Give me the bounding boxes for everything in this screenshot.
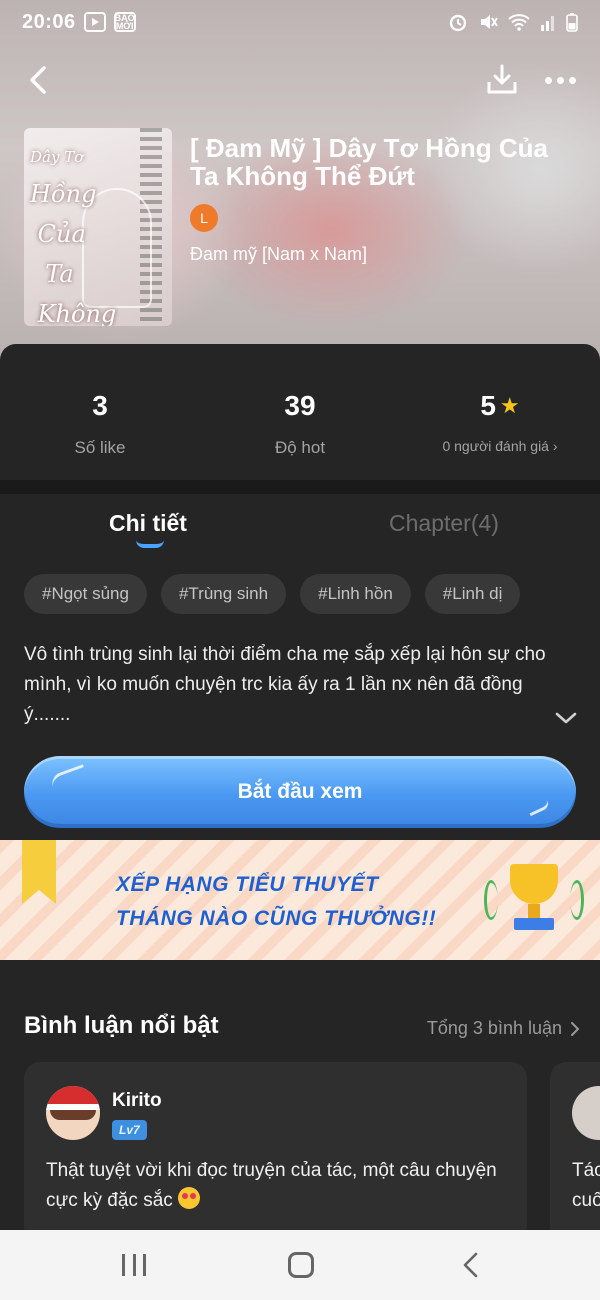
book-description: Vô tình trùng sinh lại thời điểm cha mẹ … [24, 644, 546, 725]
status-bar: 20:06 BÁO MỚI [0, 0, 600, 44]
mute-icon [481, 15, 498, 29]
stat-hot: 39 Độ hot [200, 390, 400, 458]
stat-likes-value: 3 [92, 390, 108, 421]
tag-list: #Ngọt sủng #Trùng sinh #Linh hồn #Linh d… [24, 574, 521, 614]
book-genre: Đam mỹ [Nam x Nam] [190, 244, 368, 264]
trophy-icon [484, 860, 584, 940]
book-cover[interactable]: Dây Tơ Hồng Của Ta Không Thể Đứt [24, 128, 172, 326]
system-nav-bar [0, 1230, 600, 1300]
stats-row: 3 Số like 39 Độ hot 5 ★ 0 người đánh giá… [0, 344, 600, 480]
comments-title: Bình luận nổi bật [24, 1012, 219, 1039]
recent-apps-button[interactable] [122, 1254, 146, 1276]
home-button[interactable] [288, 1252, 314, 1278]
cover-title-art: Dây Tơ Hồng Của Ta Không Thể Đứt [30, 148, 117, 326]
header-actions [0, 60, 600, 100]
tag-chip[interactable]: #Linh dị [424, 574, 521, 614]
stat-rating-label: 0 người đánh giá [442, 438, 549, 454]
author-avatar[interactable]: L [190, 204, 218, 232]
avatar[interactable] [572, 1086, 600, 1140]
heart-eyes-emoji-icon [178, 1187, 201, 1209]
status-time: 20:06 [22, 10, 76, 33]
banner-line-1: XẾP HẠNG TIỂU THUYẾT [116, 873, 379, 896]
comment-text: Thật tuyệt vời khi đọc truyện của tác, m… [46, 1160, 497, 1211]
download-icon [487, 64, 517, 94]
stat-hot-label: Độ hot [274, 438, 326, 457]
more-options-button[interactable] [540, 62, 580, 98]
tag-chip[interactable]: #Linh hồn [300, 574, 411, 614]
chevron-right-icon [571, 1021, 580, 1036]
stat-hot-value: 39 [284, 390, 316, 421]
comment-card[interactable]: Kirito Lv7 Thật tuyệt vời khi đọc truyện… [24, 1062, 527, 1242]
system-back-button[interactable] [458, 1252, 484, 1278]
recent-apps-icon [122, 1254, 125, 1276]
tag-chip[interactable]: #Ngọt sủng [24, 574, 147, 614]
avatar[interactable] [46, 1086, 100, 1140]
detail-tabs: Chi tiết Chapter(4) [0, 494, 600, 564]
comment-card[interactable]: Tác cuố [550, 1062, 600, 1242]
expand-description-button[interactable] [554, 710, 578, 726]
back-icon [30, 66, 46, 94]
stat-likes-label: Số like [74, 438, 126, 457]
section-divider [0, 480, 600, 494]
tag-chip[interactable]: #Trùng sinh [160, 574, 287, 614]
download-button[interactable] [484, 62, 520, 98]
book-title: [ Đam Mỹ ] Dây Tơ Hồng Của Ta Không Thể … [190, 133, 548, 191]
back-icon [463, 1252, 478, 1278]
tab-chapter[interactable]: Chapter(4) [389, 510, 499, 537]
ranking-banner[interactable]: XẾP HẠNG TIỂU THUYẾT THÁNG NÀO CŨNG THƯỞ… [0, 840, 600, 960]
battery-icon [566, 13, 578, 32]
chevron-down-icon [555, 712, 577, 724]
wifi-icon [508, 14, 530, 31]
start-reading-label: Bắt đầu xem [237, 780, 363, 803]
play-icon [83, 12, 106, 32]
all-comments-link[interactable]: Tổng 3 bình luận [427, 1018, 580, 1039]
commenter-name[interactable]: Kirito [112, 1090, 162, 1112]
more-icon [544, 76, 552, 84]
tab-detail[interactable]: Chi tiết [109, 510, 187, 537]
start-reading-button[interactable]: Bắt đầu xem [24, 756, 576, 828]
star-icon: ★ [499, 393, 520, 418]
banner-line-2: THÁNG NÀO CŨNG THƯỞNG!! [116, 907, 437, 930]
comment-text: Tác cuố [572, 1160, 600, 1211]
signal-icon [541, 16, 554, 31]
back-button[interactable] [22, 62, 58, 98]
alarm-icon [449, 14, 467, 32]
stat-rating-value: 5 [480, 390, 496, 421]
baomoi-icon: BÁO MỚI [113, 12, 136, 32]
ribbon-bookmark [22, 840, 56, 904]
level-badge: Lv7 [112, 1120, 147, 1140]
comments-total-label: Tổng 3 bình luận [426, 1018, 562, 1038]
comments-header: Bình luận nổi bật Tổng 3 bình luận [24, 1010, 580, 1044]
stat-rating[interactable]: 5 ★ 0 người đánh giá › [400, 390, 600, 454]
active-tab-indicator [136, 540, 164, 548]
chevron-right-icon: › [552, 438, 558, 454]
stat-likes: 3 Số like [0, 390, 200, 458]
